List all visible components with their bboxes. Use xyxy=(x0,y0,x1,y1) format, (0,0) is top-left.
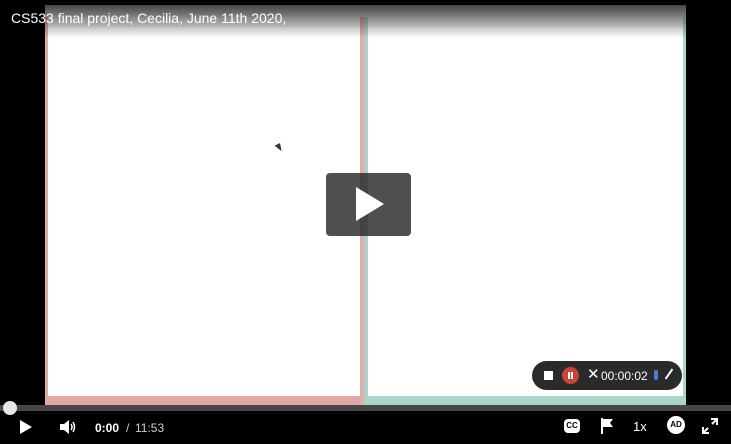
pen-icon[interactable] xyxy=(664,368,674,380)
playback-speed-button[interactable]: 1x xyxy=(633,419,647,434)
right-pane xyxy=(365,17,686,405)
control-bar: 0:00 / 11:53 CC 1x AD xyxy=(0,401,731,444)
volume-icon[interactable] xyxy=(60,420,76,434)
progress-thumb[interactable] xyxy=(3,401,17,415)
play-button[interactable] xyxy=(20,420,32,434)
time-separator: / xyxy=(126,421,130,435)
microphone-icon[interactable] xyxy=(654,370,658,380)
flag-icon[interactable] xyxy=(600,418,614,434)
close-icon[interactable]: ✕ xyxy=(587,367,600,382)
big-play-button[interactable] xyxy=(326,173,411,236)
video-title: CS533 final project, Cecilia, June 11th … xyxy=(11,10,287,26)
recording-widget: ✕ 00:00:02 xyxy=(532,361,682,390)
captions-button[interactable]: CC xyxy=(564,419,580,433)
progress-bar[interactable] xyxy=(0,401,731,415)
duration: 11:53 xyxy=(135,421,165,435)
recording-timer: 00:00:02 xyxy=(601,369,648,383)
title-overlay: CS533 final project, Cecilia, June 11th … xyxy=(0,0,731,38)
play-icon xyxy=(356,187,384,221)
pause-icon[interactable] xyxy=(562,367,579,384)
audio-description-button[interactable]: AD xyxy=(667,416,685,434)
fullscreen-icon[interactable] xyxy=(702,418,718,434)
left-pane xyxy=(45,17,363,405)
stop-icon[interactable] xyxy=(544,371,553,380)
video-stage[interactable]: CS533 final project, Cecilia, June 11th … xyxy=(0,0,731,405)
current-time: 0:00 xyxy=(95,421,120,435)
